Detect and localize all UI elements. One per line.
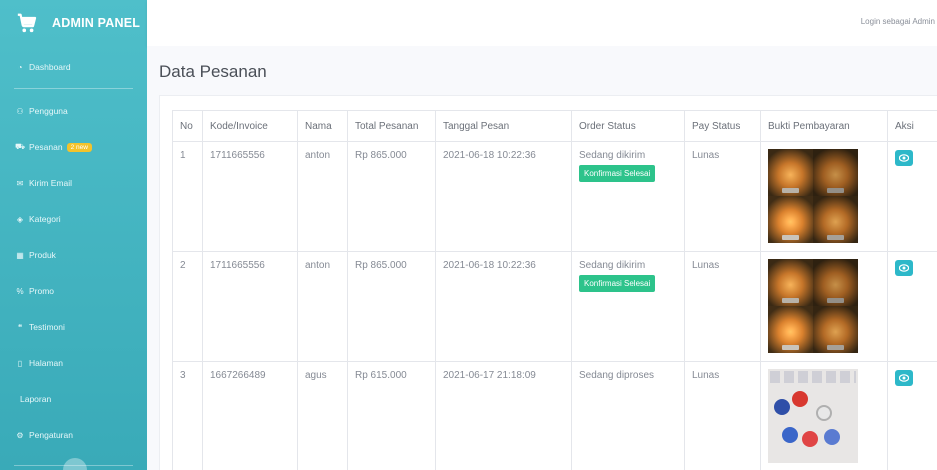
sidebar-item-label: Laporan bbox=[20, 394, 52, 404]
sidebar-item-halaman[interactable]: ▯ Halaman bbox=[0, 345, 147, 381]
col-invoice: Kode/Invoice bbox=[202, 110, 298, 142]
sidebar-item-label: Pesanan bbox=[29, 142, 63, 152]
sidebar-toggle-button[interactable] bbox=[63, 458, 87, 470]
cell-aksi bbox=[887, 361, 937, 470]
cell-tanggal: 2021-06-18 10:22:36 bbox=[435, 141, 572, 252]
sidebar-item-label: Testimoni bbox=[29, 322, 65, 332]
cell-bukti bbox=[760, 141, 888, 252]
eye-icon bbox=[899, 374, 909, 382]
cell-pay-status: Lunas bbox=[684, 361, 761, 470]
sidebar-item-kirim-email[interactable]: ✉ Kirim Email bbox=[0, 165, 147, 201]
sidebar-item-laporan[interactable]: Laporan bbox=[0, 381, 147, 417]
cell-aksi bbox=[887, 251, 937, 362]
order-status-text: Sedang dikirim bbox=[579, 150, 646, 161]
mail-icon: ✉ bbox=[16, 178, 24, 188]
tag-icon: ◈ bbox=[16, 214, 24, 224]
table-header-row: No Kode/Invoice Nama Total Pesanan Tangg… bbox=[172, 110, 937, 142]
sidebar-item-label: Pengguna bbox=[29, 106, 68, 116]
cell-nama: anton bbox=[297, 141, 348, 252]
cell-order-status: Sedang diproses bbox=[571, 361, 685, 470]
divider bbox=[14, 88, 133, 89]
comments-icon: ❝ bbox=[17, 322, 23, 332]
sidebar-item-label: Produk bbox=[29, 250, 56, 260]
cell-order-status: Sedang dikirim Konfirmasi Selesai bbox=[571, 141, 685, 252]
payment-proof-image[interactable] bbox=[768, 259, 858, 353]
orders-card: No Kode/Invoice Nama Total Pesanan Tangg… bbox=[159, 95, 937, 470]
col-bukti: Bukti Pembayaran bbox=[760, 110, 888, 142]
cart-icon bbox=[17, 13, 37, 33]
view-button[interactable] bbox=[895, 370, 913, 386]
cell-tanggal: 2021-06-18 10:22:36 bbox=[435, 251, 572, 362]
confirm-complete-button[interactable]: Konfirmasi Selesai bbox=[579, 275, 656, 292]
order-status-text: Sedang diproses bbox=[579, 370, 655, 381]
percent-icon: % bbox=[16, 286, 24, 296]
view-button[interactable] bbox=[895, 260, 913, 276]
eye-icon bbox=[899, 264, 909, 272]
cell-invoice: 1711665556 bbox=[202, 251, 298, 362]
login-status[interactable]: Login sebagai Admin bbox=[861, 17, 935, 26]
cell-invoice: 1711665556 bbox=[202, 141, 298, 252]
cell-bukti bbox=[760, 361, 888, 470]
file-icon: ▯ bbox=[17, 358, 23, 368]
orders-table: No Kode/Invoice Nama Total Pesanan Tangg… bbox=[172, 110, 937, 470]
col-pay-status: Pay Status bbox=[684, 110, 761, 142]
table-row: 2 1711665556 anton Rp 865.000 2021-06-18… bbox=[172, 251, 937, 362]
table-row: 1 1711665556 anton Rp 865.000 2021-06-18… bbox=[172, 141, 937, 252]
sidebar-item-testimoni[interactable]: ❝ Testimoni bbox=[0, 309, 147, 345]
cell-total: Rp 865.000 bbox=[347, 251, 436, 362]
cell-total: Rp 615.000 bbox=[347, 361, 436, 470]
col-tanggal: Tanggal Pesan bbox=[435, 110, 572, 142]
users-icon: ⚇ bbox=[16, 106, 24, 116]
sidebar-item-label: Promo bbox=[29, 286, 55, 296]
sidebar-item-kategori[interactable]: ◈ Kategori bbox=[0, 201, 147, 237]
cell-no: 2 bbox=[172, 251, 203, 362]
brand-title: ADMIN PANEL bbox=[52, 16, 141, 30]
cell-pay-status: Lunas bbox=[684, 141, 761, 252]
cell-aksi bbox=[887, 141, 937, 252]
view-button[interactable] bbox=[895, 150, 913, 166]
gear-icon: ⚙ bbox=[16, 430, 24, 440]
cell-order-status: Sedang dikirim Konfirmasi Selesai bbox=[571, 251, 685, 362]
cell-nama: anton bbox=[297, 251, 348, 362]
sidebar-item-label: Halaman bbox=[29, 358, 64, 368]
col-nama: Nama bbox=[297, 110, 348, 142]
sidebar-item-produk[interactable]: ▦ Produk bbox=[0, 237, 147, 273]
col-total: Total Pesanan bbox=[347, 110, 436, 142]
eye-icon bbox=[899, 154, 909, 162]
cell-nama: agus bbox=[297, 361, 348, 470]
cell-pay-status: Lunas bbox=[684, 251, 761, 362]
sidebar-item-promo[interactable]: % Promo bbox=[0, 273, 147, 309]
brand[interactable]: ADMIN PANEL bbox=[0, 0, 147, 46]
payment-proof-image[interactable] bbox=[768, 369, 858, 463]
table-row: 3 1667266489 agus Rp 615.000 2021-06-17 … bbox=[172, 361, 937, 470]
sidebar: ADMIN PANEL ◔ Dashboard ⚇ Pengguna ⛟ Pes… bbox=[0, 0, 147, 470]
col-order-status: Order Status bbox=[571, 110, 685, 142]
confirm-complete-button[interactable]: Konfirmasi Selesai bbox=[579, 165, 656, 182]
new-badge: 2 new bbox=[66, 142, 92, 152]
cell-tanggal: 2021-06-17 21:18:09 bbox=[435, 361, 572, 470]
topbar: Login sebagai Admin bbox=[147, 0, 937, 46]
cart-icon: ⛟ bbox=[14, 142, 26, 151]
col-no: No bbox=[172, 110, 203, 142]
box-icon: ▦ bbox=[16, 250, 24, 260]
cell-no: 1 bbox=[172, 141, 203, 252]
sidebar-item-label: Dashboard bbox=[29, 62, 71, 72]
sidebar-item-pengguna[interactable]: ⚇ Pengguna bbox=[0, 93, 147, 129]
sidebar-item-label: Kategori bbox=[29, 214, 61, 224]
dashboard-icon: ◔ bbox=[17, 62, 23, 72]
main-content: Data Pesanan No Kode/Invoice Nama Total … bbox=[147, 46, 937, 470]
sidebar-item-label: Kirim Email bbox=[29, 178, 72, 188]
col-aksi: Aksi bbox=[887, 110, 937, 142]
payment-proof-image[interactable] bbox=[768, 149, 858, 243]
cell-invoice: 1667266489 bbox=[202, 361, 298, 470]
cell-no: 3 bbox=[172, 361, 203, 470]
cell-total: Rp 865.000 bbox=[347, 141, 436, 252]
sidebar-item-dashboard[interactable]: ◔ Dashboard bbox=[0, 46, 147, 88]
order-status-text: Sedang dikirim bbox=[579, 260, 646, 271]
sidebar-item-label: Pengaturan bbox=[29, 430, 73, 440]
sidebar-item-pengaturan[interactable]: ⚙ Pengaturan bbox=[0, 417, 147, 453]
page-title: Data Pesanan bbox=[159, 62, 267, 81]
sidebar-item-pesanan[interactable]: ⛟ Pesanan 2 new bbox=[0, 129, 147, 165]
cell-bukti bbox=[760, 251, 888, 362]
